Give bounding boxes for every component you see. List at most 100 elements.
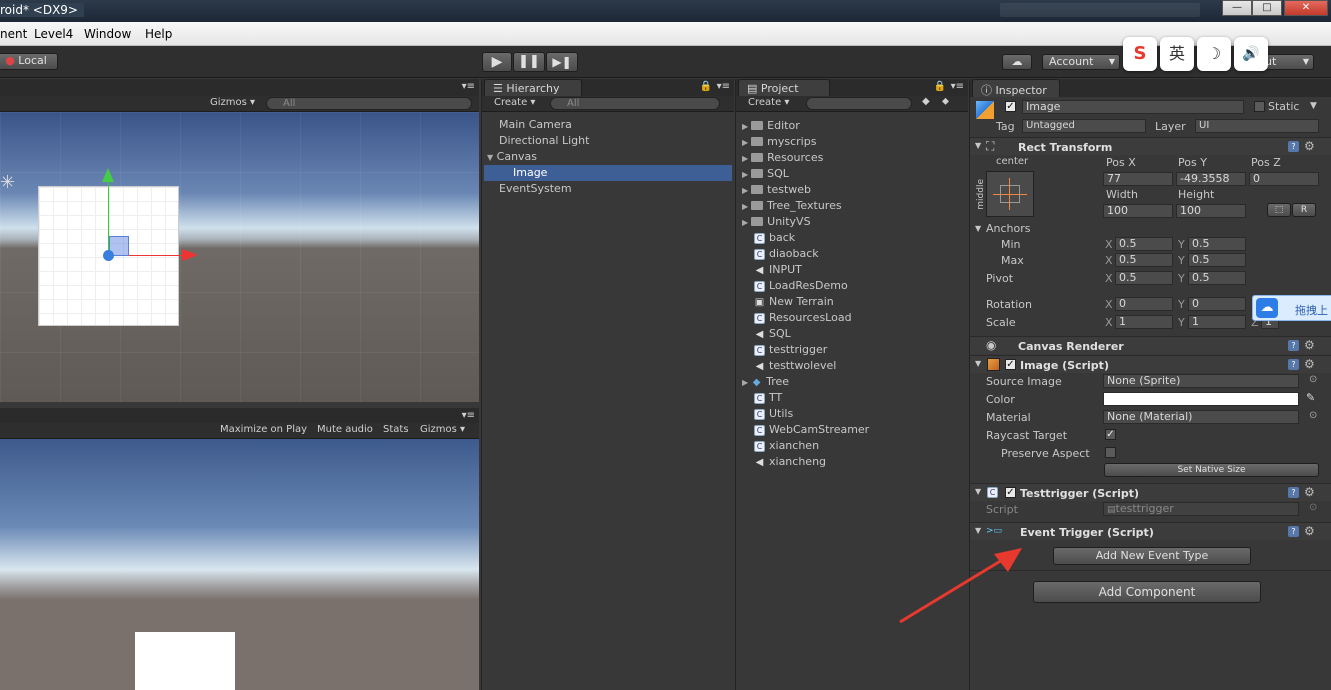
project-item[interactable]: C Utils	[754, 407, 793, 420]
expand-arrow-icon[interactable]: ▶	[742, 218, 748, 227]
anchor-min-y-field[interactable]: 0.5	[1188, 237, 1246, 251]
rotation-y-field[interactable]: 0	[1188, 297, 1246, 311]
tab-hierarchy[interactable]: ☰ Hierarchy	[484, 79, 582, 97]
maximize-on-play-toggle[interactable]: Maximize on Play	[220, 424, 307, 435]
tag-dropdown[interactable]: Untagged	[1022, 119, 1146, 133]
expand-arrow-icon[interactable]: ▶	[742, 202, 748, 211]
project-create-dropdown[interactable]: Create ▾	[748, 97, 789, 108]
pivot-x-field[interactable]: 0.5	[1115, 271, 1173, 285]
game-viewport[interactable]	[0, 439, 479, 690]
project-item[interactable]: ◀ INPUT	[754, 263, 802, 276]
project-item[interactable]: Cdiaoback	[754, 247, 819, 260]
stats-toggle[interactable]: Stats	[383, 424, 409, 435]
expand-arrow-icon[interactable]: ▶	[742, 378, 748, 387]
menu-item-window[interactable]: Window	[84, 27, 131, 41]
project-item[interactable]: ◀ testtwolevel	[754, 359, 837, 372]
hierarchy-item-canvas[interactable]: ▼ Canvas	[487, 150, 537, 163]
gear-icon[interactable]: ⚙	[1304, 338, 1315, 352]
raycast-target-checkbox[interactable]: ✓	[1105, 429, 1116, 440]
project-item[interactable]: ▶ Editor	[742, 119, 800, 132]
project-item[interactable]: ▶ testweb	[742, 183, 811, 196]
project-item[interactable]: ▶ Tree_Textures	[742, 199, 842, 212]
color-field[interactable]	[1103, 392, 1299, 406]
posy-field[interactable]: -49.3558	[1176, 172, 1246, 186]
project-item[interactable]: C WebCamStreamer	[754, 423, 869, 436]
posx-field[interactable]: 77	[1103, 172, 1173, 186]
pivot-local-toggle[interactable]: ● Local	[0, 53, 58, 70]
project-item[interactable]: Cback	[754, 231, 795, 244]
project-item[interactable]: C LoadResDemo	[754, 279, 848, 292]
anchors-expand-arrow-icon[interactable]: ▼	[975, 224, 981, 233]
chevron-down-icon[interactable]: ▼	[1310, 101, 1317, 111]
project-search-input[interactable]	[806, 97, 912, 110]
add-component-button[interactable]: Add Component	[1033, 581, 1261, 603]
gear-icon[interactable]: ⚙	[1304, 485, 1315, 499]
static-checkbox[interactable]	[1254, 101, 1265, 112]
help-icon[interactable]: ?	[1288, 340, 1299, 351]
expand-arrow-icon[interactable]: ▶	[742, 186, 748, 195]
expand-arrow-icon[interactable]: ▼	[487, 153, 493, 162]
help-icon[interactable]: ?	[1288, 526, 1299, 537]
lock-icon[interactable]: 🔒	[934, 81, 946, 92]
scene-search-input[interactable]: All	[266, 97, 472, 110]
baidu-netdisk-popup[interactable]: ☁ 拖拽上	[1252, 295, 1331, 321]
collapse-arrow-icon[interactable]: ▼	[975, 526, 981, 535]
panel-menu-icon[interactable]: ▾≡	[951, 81, 964, 92]
project-item[interactable]: ▶ ◆ Tree	[742, 375, 789, 388]
hierarchy-item-eventsystem[interactable]: EventSystem	[499, 182, 572, 195]
preserve-aspect-checkbox[interactable]	[1105, 447, 1116, 458]
panel-menu-icon[interactable]: ▾≡	[462, 410, 475, 421]
project-item[interactable]: ▣ New Terrain	[754, 295, 834, 308]
filter-by-type-icon[interactable]: ◆	[922, 96, 930, 107]
panel-menu-icon[interactable]: ▾≡	[462, 81, 475, 92]
scale-x-field[interactable]: 1	[1115, 315, 1173, 329]
object-picker-icon[interactable]: ⊙	[1309, 374, 1317, 385]
menu-item-level4[interactable]: Level4	[34, 27, 73, 41]
project-item[interactable]: ▶ myscrips	[742, 135, 816, 148]
testtrigger-header[interactable]: ▼ C ✓ Testtrigger (Script) ? ⚙	[970, 483, 1331, 501]
help-icon[interactable]: ?	[1288, 359, 1299, 370]
gear-icon[interactable]: ⚙	[1304, 139, 1315, 153]
blueprint-mode-button[interactable]: ⬚	[1267, 203, 1291, 217]
layer-dropdown[interactable]: UI	[1195, 119, 1319, 133]
hierarchy-search-input[interactable]: All	[550, 97, 720, 110]
filter-by-label-icon[interactable]: ⬥	[942, 96, 949, 107]
gear-icon[interactable]: ⚙	[1304, 357, 1315, 371]
hierarchy-create-dropdown[interactable]: Create ▾	[494, 97, 535, 108]
canvas-renderer-header[interactable]: ◉ Canvas Renderer ? ⚙	[970, 336, 1331, 354]
gizmo-y-arrow-icon[interactable]	[102, 168, 114, 182]
collapse-arrow-icon[interactable]: ▼	[975, 487, 981, 496]
menu-item-help[interactable]: Help	[145, 27, 172, 41]
close-button[interactable]: ✕	[1284, 0, 1328, 16]
step-button[interactable]: ▶❚	[546, 52, 578, 72]
object-picker-icon[interactable]: ⊙	[1309, 410, 1317, 421]
help-icon[interactable]: ?	[1288, 487, 1299, 498]
gear-icon[interactable]: ⚙	[1304, 524, 1315, 538]
collapse-arrow-icon[interactable]: ▼	[975, 141, 981, 150]
gizmo-x-arrow-icon[interactable]	[182, 249, 198, 261]
project-item[interactable]: ▶ SQL	[742, 167, 789, 180]
ime-language-toggle[interactable]: 英	[1160, 37, 1194, 71]
account-dropdown[interactable]: Account ▼	[1042, 54, 1120, 70]
project-item[interactable]: ◀ xiancheng	[754, 455, 826, 468]
gizmo-center-handle[interactable]	[103, 250, 114, 261]
expand-arrow-icon[interactable]: ▶	[742, 138, 748, 147]
pause-button[interactable]: ❚❚	[513, 52, 545, 72]
source-image-field[interactable]: None (Sprite)	[1103, 374, 1299, 388]
expand-arrow-icon[interactable]: ▶	[742, 170, 748, 179]
scene-viewport[interactable]: ✳	[0, 112, 479, 402]
project-item[interactable]: ◀ SQL	[754, 327, 791, 340]
project-item[interactable]: C ResourcesLoad	[754, 311, 852, 324]
maximize-button[interactable]: □	[1252, 0, 1282, 16]
play-button[interactable]: ▶	[482, 52, 512, 72]
scale-y-field[interactable]: 1	[1188, 315, 1246, 329]
lock-icon[interactable]: 🔒	[700, 81, 712, 92]
hierarchy-item-directional-light[interactable]: Directional Light	[499, 134, 589, 147]
moon-icon[interactable]: ☽	[1197, 37, 1231, 71]
tab-inspector[interactable]: ⓘ Inspector	[972, 79, 1060, 97]
add-new-event-type-button[interactable]: Add New Event Type	[1053, 547, 1251, 565]
object-name-field[interactable]: Image	[1022, 100, 1244, 114]
eyedropper-icon[interactable]: ✎	[1306, 391, 1315, 404]
help-icon[interactable]: ?	[1288, 141, 1299, 152]
project-item[interactable]: ▶ Resources	[742, 151, 823, 164]
